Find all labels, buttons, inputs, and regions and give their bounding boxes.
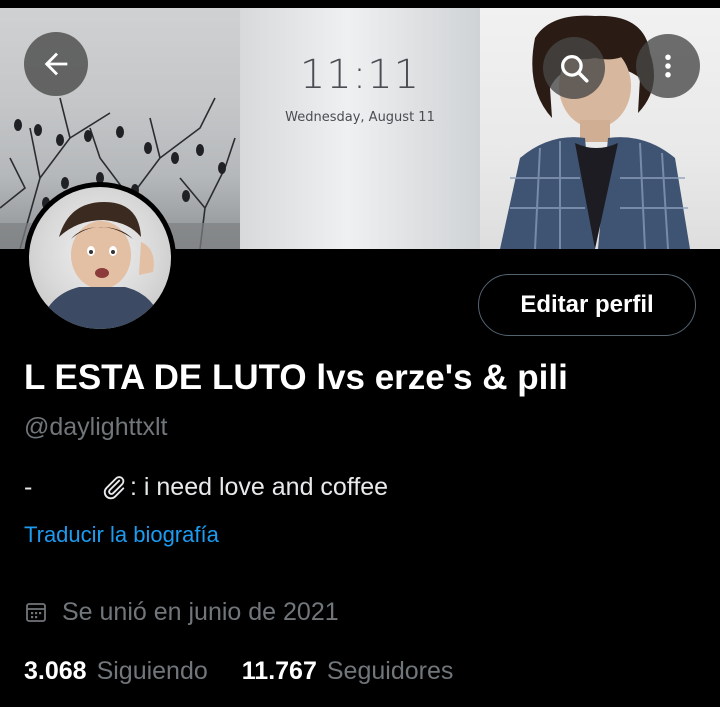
followers-count[interactable]: 11.767 xyxy=(242,657,317,686)
back-button[interactable] xyxy=(24,32,88,96)
join-date-text: Se unió en junio de 2021 xyxy=(62,597,339,626)
lockscreen-time: 11:11 xyxy=(299,52,421,98)
calendar-icon xyxy=(24,600,48,624)
join-date: Se unió en junio de 2021 xyxy=(24,595,339,629)
search-button[interactable] xyxy=(543,37,605,99)
banner-photo-lockscreen xyxy=(240,8,480,249)
followers-label[interactable]: Seguidores xyxy=(327,657,453,686)
more-vertical-icon xyxy=(665,54,671,78)
arrow-left-icon xyxy=(44,52,68,76)
paperclip-icon xyxy=(100,473,128,501)
avatar[interactable] xyxy=(24,182,176,334)
display-name: L ESTA DE LUTO lvs erze's & pili xyxy=(24,358,568,397)
search-icon xyxy=(561,55,589,83)
follow-stats: 3.068 Siguiendo 11.767 Seguidores xyxy=(24,654,487,688)
following-label[interactable]: Siguiendo xyxy=(97,657,208,686)
following-count[interactable]: 3.068 xyxy=(24,657,87,686)
lockscreen-date: Wednesday, August 11 xyxy=(285,110,435,125)
avatar-illustration xyxy=(39,202,163,329)
avatar-photo xyxy=(29,187,171,329)
bio-text: : i need love and coffee xyxy=(130,472,389,501)
bio-dash: - xyxy=(24,472,33,501)
user-handle: @daylighttxlt xyxy=(24,413,168,441)
translate-bio-link[interactable]: Traducir la biografía xyxy=(24,522,219,548)
bio: - : i need love and coffee xyxy=(24,470,388,504)
edit-profile-button[interactable]: Editar perfil xyxy=(478,274,696,336)
more-options-button[interactable] xyxy=(636,34,700,98)
